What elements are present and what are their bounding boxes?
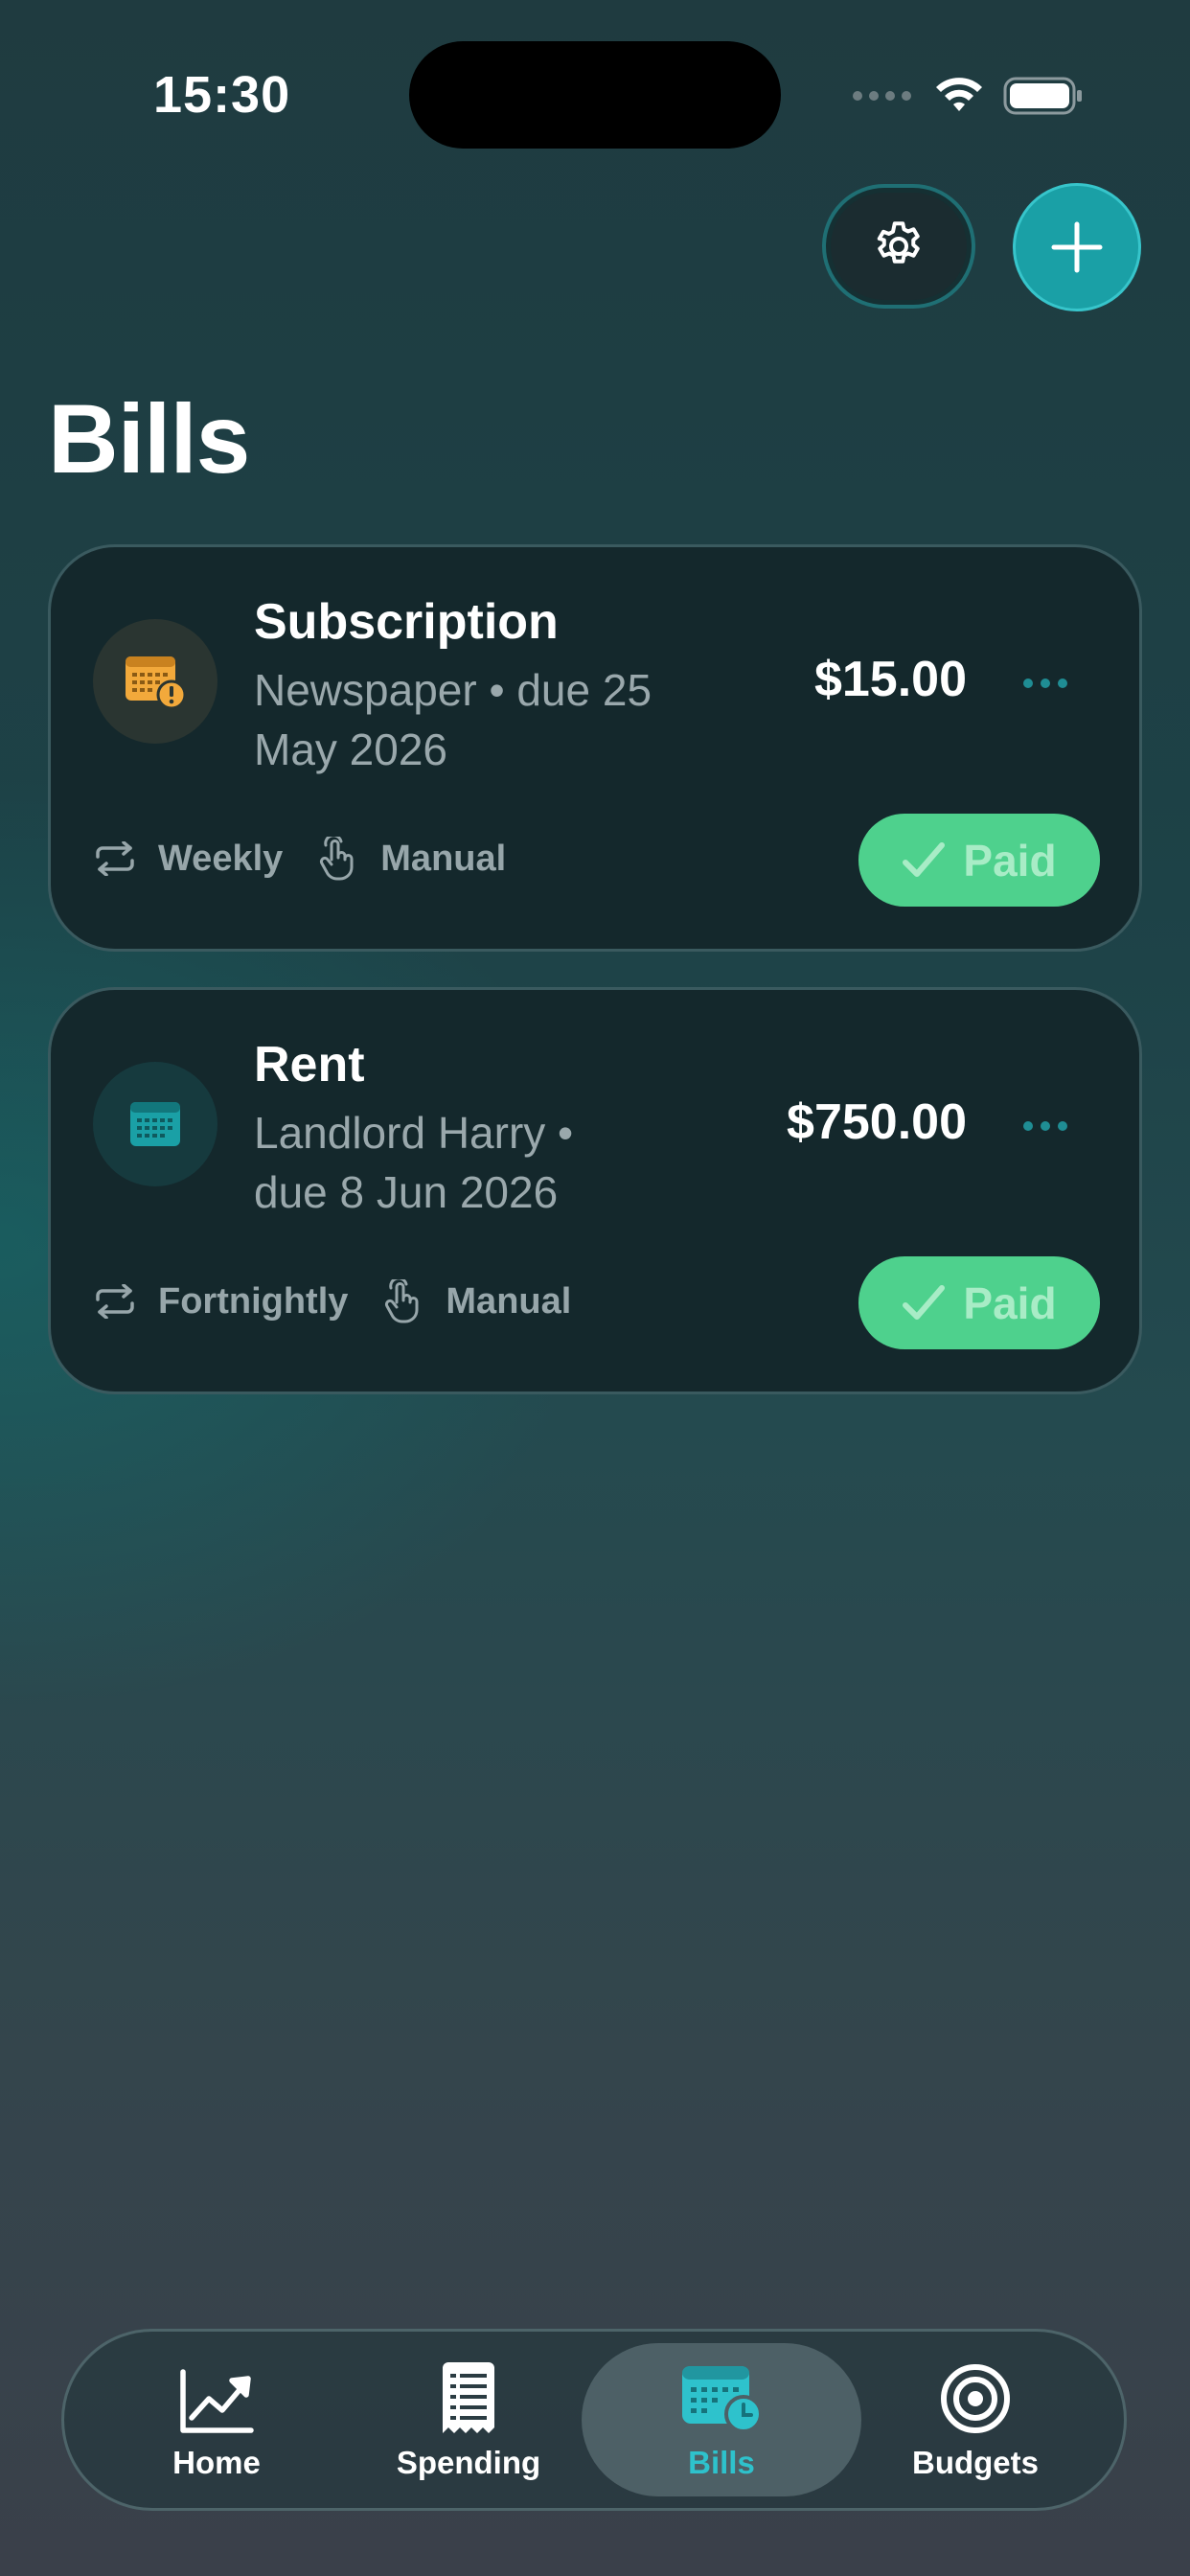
bill-method: Manual xyxy=(446,1280,572,1322)
bill-card[interactable]: Rent Landlord Harry • due 8 Jun 2026 $75… xyxy=(48,987,1142,1394)
add-bill-button[interactable] xyxy=(1013,183,1141,311)
plus-icon xyxy=(1051,221,1103,273)
chart-trend-icon xyxy=(180,2369,254,2433)
bill-icon-badge xyxy=(93,619,217,744)
tab-label: Spending xyxy=(396,2445,541,2480)
bill-method: Manual xyxy=(380,838,507,879)
gear-icon xyxy=(877,221,920,264)
repeat-icon xyxy=(93,1279,137,1323)
receipt-icon xyxy=(443,2362,494,2433)
bill-card[interactable]: Subscription Newspaper • due 25 May 2026… xyxy=(48,544,1142,952)
repeat-icon xyxy=(93,837,137,881)
target-icon xyxy=(941,2364,1010,2433)
more-options-button[interactable] xyxy=(1023,1121,1067,1131)
checkmark-icon xyxy=(903,841,946,877)
bill-subtitle: Landlord Harry • due 8 Jun 2026 xyxy=(254,1108,574,1217)
checkmark-icon xyxy=(903,1284,946,1320)
bill-amount: $750.00 xyxy=(787,1094,967,1150)
settings-button[interactable] xyxy=(822,184,975,309)
paid-button-label: Paid xyxy=(963,1277,1057,1328)
bill-meta: Fortnightly Manual xyxy=(93,1277,604,1325)
bill-frequency: Weekly xyxy=(158,838,284,879)
hand-tap-icon xyxy=(380,1279,424,1323)
tab-bar: Home Spending Bills Budgets xyxy=(61,2329,1127,2511)
calendar-clock-icon xyxy=(682,2366,763,2433)
bill-title: Rent xyxy=(254,1037,365,1092)
tab-home[interactable]: Home xyxy=(89,2343,344,2496)
tab-spending[interactable]: Spending xyxy=(341,2343,596,2496)
status-time: 15:30 xyxy=(153,66,291,124)
battery-icon xyxy=(1003,77,1082,115)
bill-amount: $15.00 xyxy=(813,652,967,707)
wifi-icon xyxy=(936,78,982,111)
dynamic-island xyxy=(409,41,781,149)
page-title: Bills xyxy=(48,384,250,494)
cellular-signal-icon xyxy=(853,91,911,101)
tab-budgets[interactable]: Budgets xyxy=(848,2343,1103,2496)
bill-frequency: Fortnightly xyxy=(158,1280,349,1322)
bill-subtitle: Newspaper • due 25 May 2026 xyxy=(254,665,652,774)
calendar-icon xyxy=(130,1102,180,1146)
tab-label: Bills xyxy=(688,2445,755,2480)
paid-button-label: Paid xyxy=(963,835,1057,886)
tab-label: Budgets xyxy=(912,2445,1039,2480)
calendar-warning-icon xyxy=(126,656,187,710)
more-options-button[interactable] xyxy=(1023,678,1067,688)
bill-title: Subscription xyxy=(254,594,559,650)
paid-button[interactable]: Paid xyxy=(858,814,1100,907)
bill-meta: Weekly Manual xyxy=(93,835,538,883)
tab-label: Home xyxy=(172,2445,261,2480)
paid-button[interactable]: Paid xyxy=(858,1256,1100,1349)
bill-icon-badge xyxy=(93,1062,217,1186)
status-indicators xyxy=(853,75,1084,117)
tab-bills[interactable]: Bills xyxy=(582,2343,861,2496)
hand-tap-icon xyxy=(315,837,359,881)
